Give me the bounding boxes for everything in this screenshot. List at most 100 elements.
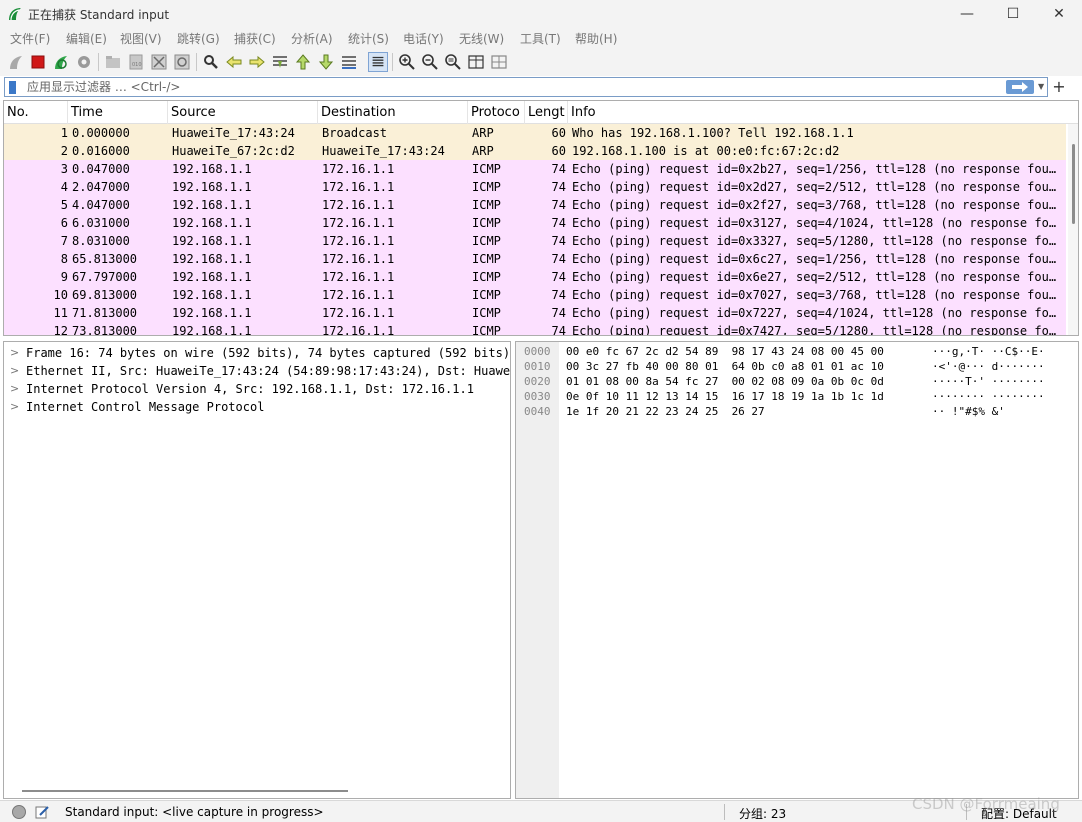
menu-help[interactable]: 帮助(H): [575, 30, 617, 47]
bytes-ascii[interactable]: ·<'·@··· d·······: [932, 359, 1045, 374]
packet-row[interactable]: 10 69.813000 192.168.1.1 172.16.1.1 ICMP 74 Ec…: [4, 286, 1066, 304]
restart-capture-icon[interactable]: [51, 52, 71, 72]
scrollbar-thumb[interactable]: [1072, 144, 1075, 224]
bytes-hex[interactable]: 00 e0 fc 67 2c d2 54 89 98 17 43 24 08 0…: [566, 344, 884, 359]
cell-info: Echo (ping) request id=0x6e27, seq=2/512…: [572, 270, 1057, 284]
bookmark-icon[interactable]: [9, 81, 16, 94]
cell-source: HuaweiTe_67:2c:d2: [172, 144, 295, 158]
column-header-source[interactable]: Source: [168, 101, 318, 124]
packet-row[interactable]: 6 6.031000 192.168.1.1 172.16.1.1 ICMP 74 Echo…: [4, 214, 1066, 232]
bytes-hex[interactable]: 00 3c 27 fb 40 00 80 01 64 0b c0 a8 01 0…: [566, 359, 884, 374]
chevron-right-icon[interactable]: >: [10, 344, 19, 362]
auto-scroll-icon[interactable]: [339, 52, 359, 72]
cell-length: 74: [551, 306, 566, 320]
go-forward-icon[interactable]: [247, 52, 267, 72]
zoom-normal-icon[interactable]: [443, 52, 463, 72]
bytes-hex[interactable]: 0e 0f 10 11 12 13 14 15 16 17 18 19 1a 1…: [566, 389, 884, 404]
bytes-ascii[interactable]: ···g,·T· ··C$··E·: [932, 344, 1045, 359]
cell-info: Echo (ping) request id=0x2f27, seq=3/768…: [572, 198, 1057, 212]
display-filter-input[interactable]: [27, 79, 997, 95]
packet-row[interactable]: 9 67.797000 192.168.1.1 172.16.1.1 ICMP 74 Ech…: [4, 268, 1066, 286]
cell-protocol: ICMP: [472, 324, 501, 336]
cell-length: 74: [551, 162, 566, 176]
bytes-ascii[interactable]: ········ ········: [932, 389, 1045, 404]
zoom-in-icon[interactable]: [397, 52, 417, 72]
go-back-icon[interactable]: [224, 52, 244, 72]
cell-no: 11: [53, 306, 68, 320]
expert-info-indicator-icon[interactable]: [12, 805, 26, 819]
packet-row[interactable]: 12 73.813000 192.168.1.1 172.16.1.1 ICMP 74 Ec…: [4, 322, 1066, 336]
menu-capture[interactable]: 捕获(C): [234, 30, 276, 47]
packet-row[interactable]: 3 0.047000 192.168.1.1 172.16.1.1 ICMP 74 Echo…: [4, 160, 1066, 178]
packet-row[interactable]: 5 4.047000 192.168.1.1 172.16.1.1 ICMP 74 Echo…: [4, 196, 1066, 214]
detail-row-ipv4[interactable]: > Internet Protocol Version 4, Src: 192.…: [4, 380, 510, 398]
detail-row-frame[interactable]: > Frame 16: 74 bytes on wire (592 bits),…: [4, 344, 510, 362]
packet-row[interactable]: 1 0.000000 HuaweiTe_17:43:24 Broadcast ARP 60…: [4, 124, 1066, 142]
chevron-right-icon[interactable]: >: [10, 380, 19, 398]
bytes-ascii[interactable]: ·····T·' ········: [932, 374, 1045, 389]
column-header-destination[interactable]: Destination: [318, 101, 468, 124]
bytes-ascii[interactable]: ·· !"#$% &': [932, 404, 1005, 419]
packet-row[interactable]: 8 65.813000 192.168.1.1 172.16.1.1 ICMP 74 Ech…: [4, 250, 1066, 268]
cell-protocol: ICMP: [472, 270, 501, 284]
cell-protocol: ICMP: [472, 306, 501, 320]
layout-icon[interactable]: [489, 52, 509, 72]
menu-telephony[interactable]: 电话(Y): [403, 30, 444, 47]
detail-row-ethernet[interactable]: > Ethernet II, Src: HuaweiTe_17:43:24 (5…: [4, 362, 510, 380]
shark-fin-start-icon[interactable]: [6, 52, 26, 72]
menu-edit[interactable]: 编辑(E): [66, 30, 107, 47]
vertical-scrollbar[interactable]: [1068, 124, 1078, 335]
cell-protocol: ICMP: [472, 198, 501, 212]
packet-row[interactable]: 7 8.031000 192.168.1.1 172.16.1.1 ICMP 74 Echo…: [4, 232, 1066, 250]
menu-go[interactable]: 跳转(G): [177, 30, 220, 47]
cell-info: Echo (ping) request id=0x2b27, seq=1/256…: [572, 162, 1057, 176]
detail-row-icmp[interactable]: > Internet Control Message Protocol: [4, 398, 510, 416]
packet-row[interactable]: 4 2.047000 192.168.1.1 172.16.1.1 ICMP 74 Echo…: [4, 178, 1066, 196]
horizontal-scrollbar[interactable]: [22, 790, 348, 792]
packet-row[interactable]: 2 0.016000 HuaweiTe_67:2c:d2 HuaweiTe_17:43…: [4, 142, 1066, 160]
go-last-icon[interactable]: [316, 52, 336, 72]
status-separator: [724, 804, 725, 820]
close-file-icon[interactable]: [149, 52, 169, 72]
menu-analyze[interactable]: 分析(A): [291, 30, 333, 47]
menu-file[interactable]: 文件(F): [10, 30, 50, 47]
stop-capture-icon[interactable]: [28, 52, 48, 72]
go-first-icon[interactable]: [293, 52, 313, 72]
column-header-time[interactable]: Time: [68, 101, 168, 124]
add-filter-button[interactable]: +: [1051, 77, 1067, 97]
cell-length: 74: [551, 180, 566, 194]
close-button[interactable]: ✕: [1036, 0, 1082, 28]
menu-statistics[interactable]: 统计(S): [348, 30, 389, 47]
menu-tools[interactable]: 工具(T): [520, 30, 561, 47]
maximize-button[interactable]: ☐: [990, 0, 1036, 28]
minimize-button[interactable]: —: [944, 0, 990, 28]
save-file-icon[interactable]: 010: [126, 52, 146, 72]
cell-source: 192.168.1.1: [172, 216, 252, 230]
find-packet-icon[interactable]: [201, 52, 221, 72]
bytes-hex[interactable]: 1e 1f 20 21 22 23 24 25 26 27: [566, 404, 765, 419]
zoom-out-icon[interactable]: [420, 52, 440, 72]
cell-no: 4: [60, 180, 68, 194]
reload-file-icon[interactable]: [172, 52, 192, 72]
column-header-info[interactable]: Info: [568, 101, 1078, 124]
open-file-icon[interactable]: [103, 52, 123, 72]
chevron-right-icon[interactable]: >: [10, 362, 19, 380]
cell-destination: 172.16.1.1: [322, 198, 395, 212]
apply-filter-arrow-icon[interactable]: [1006, 80, 1034, 94]
go-to-packet-icon[interactable]: [270, 52, 290, 72]
menu-view[interactable]: 视图(V): [120, 30, 162, 47]
packet-row[interactable]: 11 71.813000 192.168.1.1 172.16.1.1 ICMP 74 Ec…: [4, 304, 1066, 322]
chevron-right-icon[interactable]: >: [10, 398, 19, 416]
resize-columns-icon[interactable]: [466, 52, 486, 72]
capture-options-icon[interactable]: [74, 52, 94, 72]
cell-protocol: ICMP: [472, 288, 501, 302]
bytes-hex[interactable]: 01 01 08 00 8a 54 fc 27 00 02 08 09 0a 0…: [566, 374, 884, 389]
colorize-icon[interactable]: [368, 52, 388, 72]
column-header-protocol[interactable]: Protoco: [468, 101, 525, 124]
column-header-length[interactable]: Lengt: [525, 101, 568, 124]
menu-wireless[interactable]: 无线(W): [459, 30, 504, 47]
menu-bar: 文件(F) 编辑(E) 视图(V) 跳转(G) 捕获(C) 分析(A) 统计(S…: [0, 28, 1082, 48]
capture-comment-icon[interactable]: [34, 804, 50, 820]
column-header-no[interactable]: No.: [4, 101, 68, 124]
chevron-down-icon[interactable]: ▼: [1038, 79, 1048, 95]
